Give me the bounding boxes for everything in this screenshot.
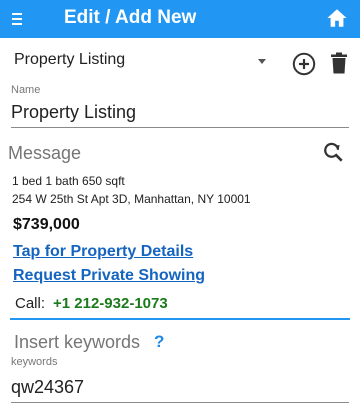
keywords-input[interactable]: qw24367: [11, 374, 349, 403]
property-details-link[interactable]: Tap for Property Details: [13, 242, 193, 262]
page-title: Edit / Add New: [64, 7, 197, 28]
template-select-value: Property Listing: [14, 51, 126, 68]
app-bar: Edit / Add New: [0, 0, 360, 38]
keywords-label: Insert keywords: [14, 332, 141, 352]
message-field-underline: [10, 318, 350, 320]
hamburger-menu-icon[interactable]: [12, 11, 26, 27]
call-label: Call:: [15, 295, 46, 312]
message-line-2[interactable]: 254 W 25th St Apt 3D, Manhattan, NY 1000…: [12, 192, 251, 207]
message-price[interactable]: $739,000: [13, 215, 80, 235]
chevron-down-icon[interactable]: [258, 59, 266, 64]
add-circle-icon[interactable]: [292, 52, 316, 76]
name-field-label: Name: [11, 84, 41, 96]
help-icon[interactable]: ?: [154, 331, 164, 353]
refresh-search-icon[interactable]: [322, 141, 344, 163]
keywords-field-label: keywords: [11, 356, 58, 368]
home-icon[interactable]: [326, 7, 348, 29]
message-line-1[interactable]: 1 bed 1 bath 650 sqft: [12, 174, 125, 189]
message-label: Message: [8, 143, 82, 163]
call-row[interactable]: Call: +1 212-932-1073: [15, 294, 168, 313]
name-input[interactable]: Property Listing: [11, 99, 349, 128]
private-showing-link[interactable]: Request Private Showing: [13, 266, 205, 286]
call-number[interactable]: +1 212-932-1073: [53, 295, 168, 312]
trash-icon[interactable]: [330, 52, 348, 74]
